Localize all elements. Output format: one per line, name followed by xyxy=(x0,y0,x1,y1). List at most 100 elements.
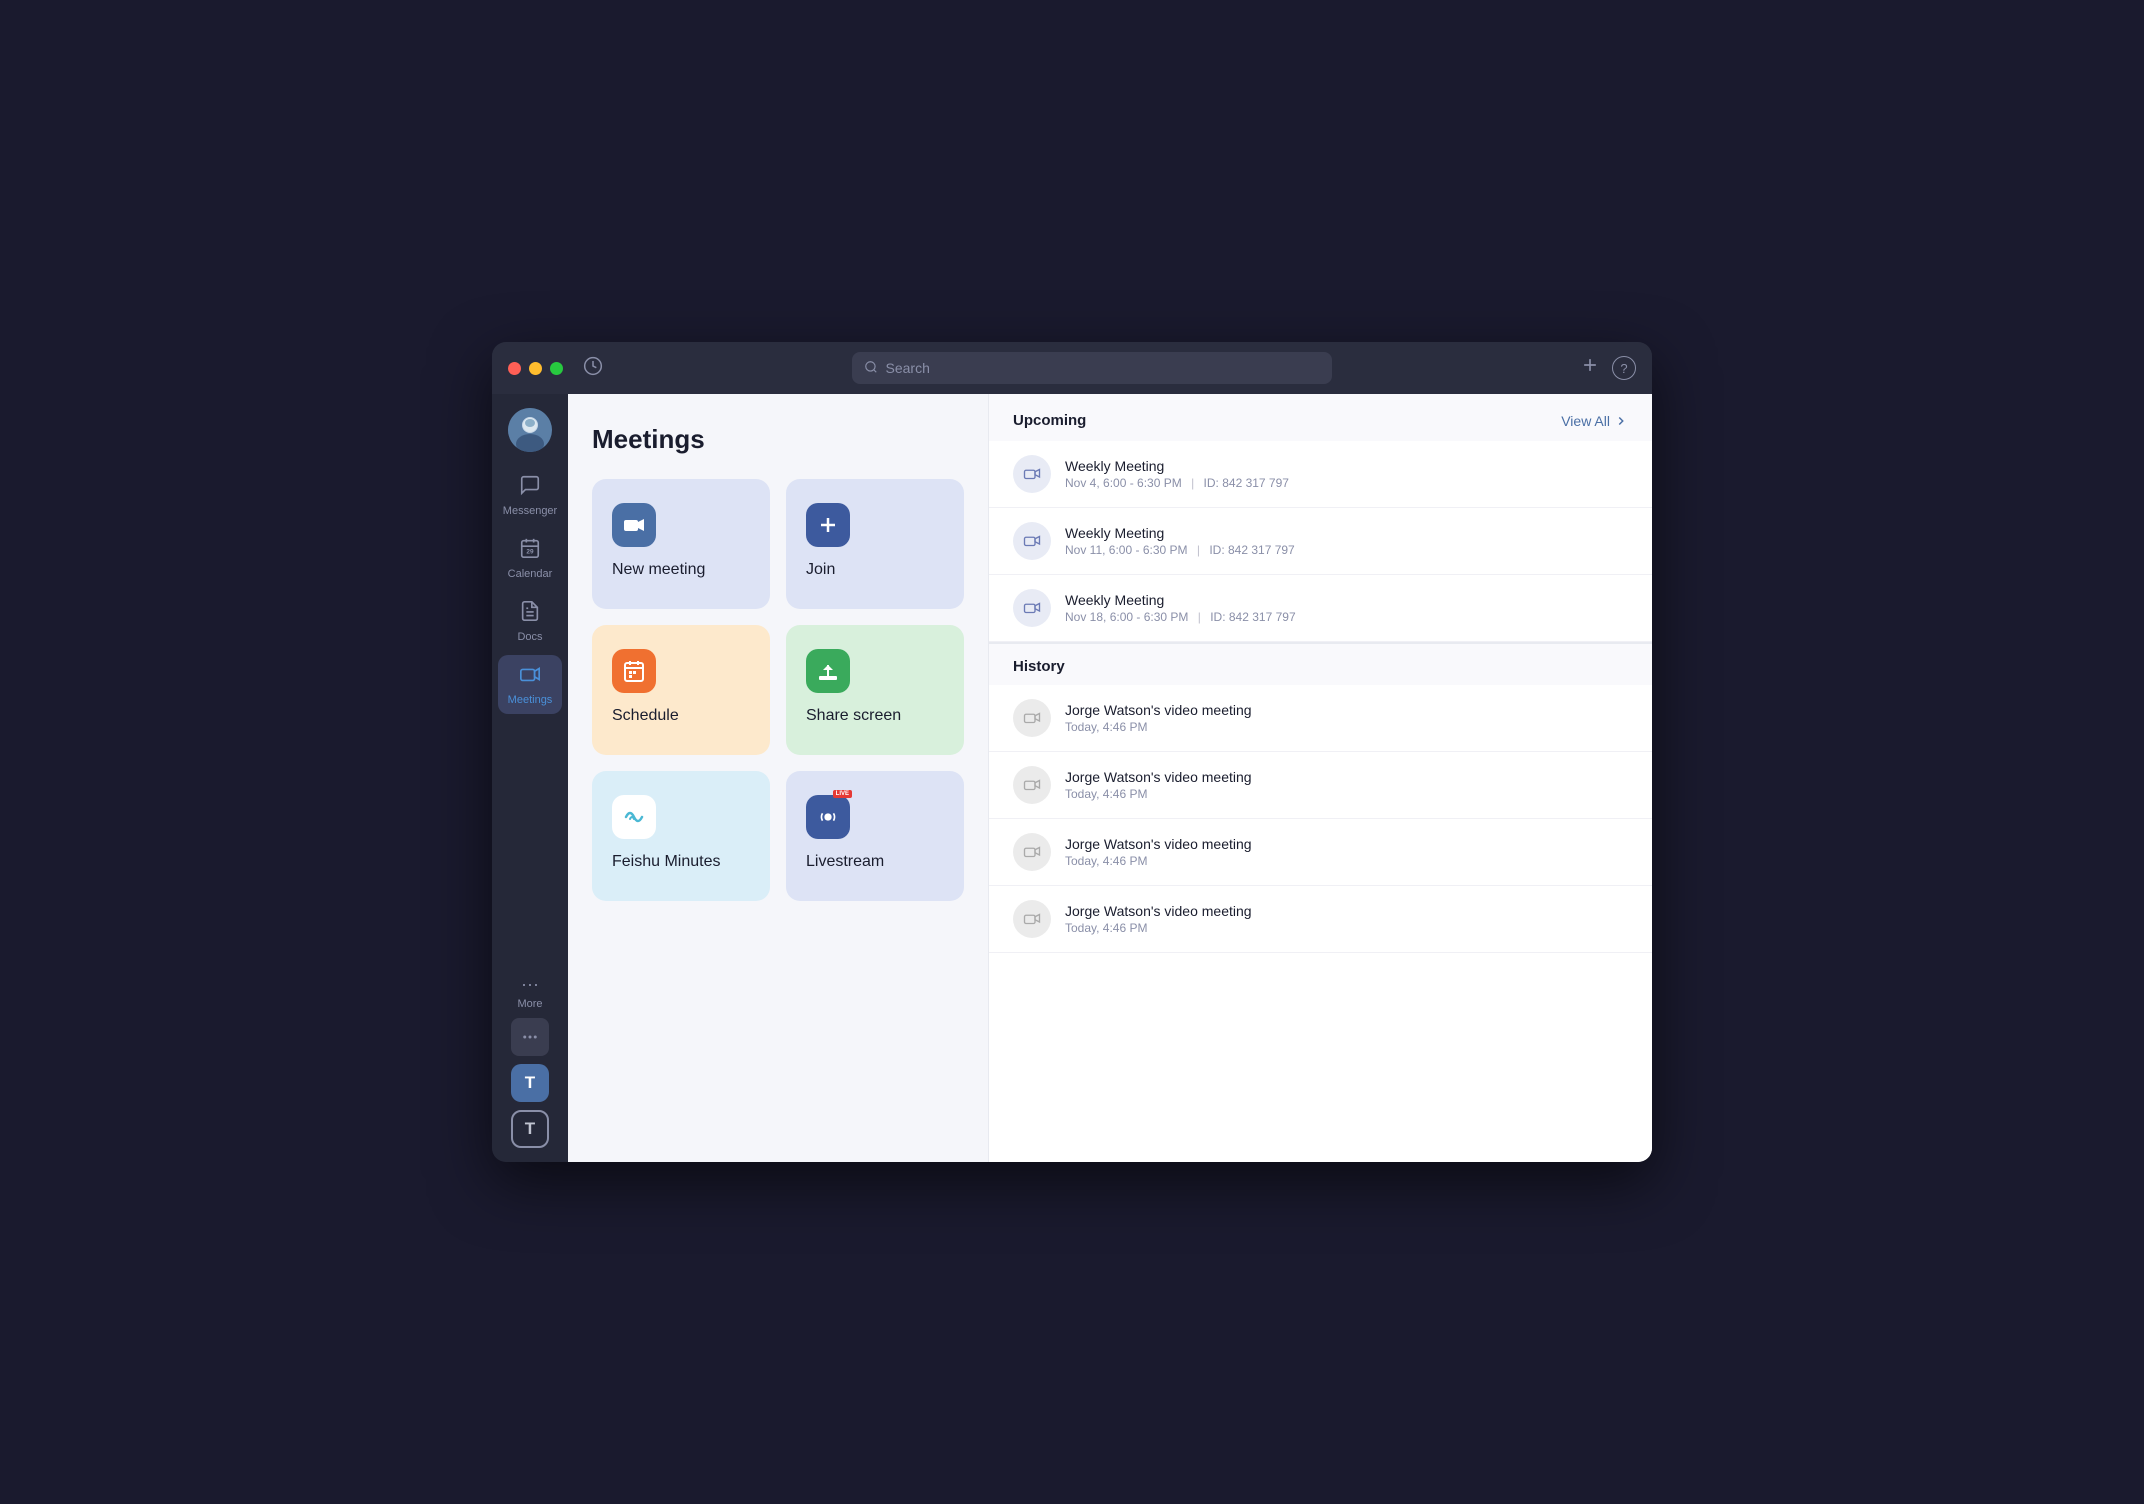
upcoming-item-2[interactable]: Weekly Meeting Nov 18, 6:00 - 6:30 PM | … xyxy=(989,575,1652,642)
live-badge: LIVE xyxy=(833,790,852,798)
history-item-2-icon xyxy=(1013,833,1051,871)
join-label: Join xyxy=(806,561,835,579)
history-item-0-name: Jorge Watson's video meeting xyxy=(1065,702,1628,718)
meeting-grid: New meeting Join xyxy=(592,479,964,901)
new-meeting-icon xyxy=(612,503,656,547)
history-item-1-time: Today, 4:46 PM xyxy=(1065,787,1628,801)
history-item-0-time: Today, 4:46 PM xyxy=(1065,720,1628,734)
traffic-lights xyxy=(508,362,563,375)
sidebar-item-meetings[interactable]: Meetings xyxy=(498,655,562,714)
upcoming-item-0[interactable]: Weekly Meeting Nov 4, 6:00 - 6:30 PM | I… xyxy=(989,441,1652,508)
history-item-1[interactable]: Jorge Watson's video meeting Today, 4:46… xyxy=(989,752,1652,819)
join-icon xyxy=(806,503,850,547)
history-item-2-time: Today, 4:46 PM xyxy=(1065,854,1628,868)
livestream-label: Livestream xyxy=(806,853,884,871)
share-screen-card[interactable]: Share screen xyxy=(786,625,964,755)
upcoming-item-0-name: Weekly Meeting xyxy=(1065,458,1628,474)
sidebar-item-docs[interactable]: Docs xyxy=(498,592,562,651)
sidebar-item-messenger[interactable]: Messenger xyxy=(498,466,562,525)
maximize-button[interactable] xyxy=(550,362,563,375)
schedule-card[interactable]: Schedule xyxy=(592,625,770,755)
history-item-3-icon xyxy=(1013,900,1051,938)
feishu-minutes-label: Feishu Minutes xyxy=(612,853,721,871)
history-item-3-name: Jorge Watson's video meeting xyxy=(1065,903,1628,919)
upcoming-header: Upcoming View All xyxy=(989,394,1652,441)
history-icon[interactable] xyxy=(583,356,603,381)
upcoming-item-1-info: Weekly Meeting Nov 11, 6:00 - 6:30 PM | … xyxy=(1065,525,1628,557)
upcoming-item-2-info: Weekly Meeting Nov 18, 6:00 - 6:30 PM | … xyxy=(1065,592,1628,624)
search-icon xyxy=(864,360,878,377)
help-button[interactable]: ? xyxy=(1612,356,1636,380)
upcoming-item-2-detail: Nov 18, 6:00 - 6:30 PM | ID: 842 317 797 xyxy=(1065,610,1628,624)
extra-dots-button[interactable] xyxy=(511,1018,549,1056)
history-item-2-info: Jorge Watson's video meeting Today, 4:46… xyxy=(1065,836,1628,868)
upcoming-section: Upcoming View All xyxy=(989,394,1652,643)
feishu-minutes-card[interactable]: Feishu Minutes xyxy=(592,771,770,901)
share-screen-icon xyxy=(806,649,850,693)
history-header: History xyxy=(989,643,1652,685)
more-button[interactable]: ··· More xyxy=(517,974,542,1010)
new-meeting-label: New meeting xyxy=(612,561,705,579)
upcoming-item-1-detail: Nov 11, 6:00 - 6:30 PM | ID: 842 317 797 xyxy=(1065,543,1628,557)
upcoming-item-1-icon xyxy=(1013,522,1051,560)
history-item-1-icon xyxy=(1013,766,1051,804)
history-item-3-info: Jorge Watson's video meeting Today, 4:46… xyxy=(1065,903,1628,935)
messenger-icon xyxy=(519,474,541,502)
app-window: Search ? xyxy=(492,342,1652,1162)
sidebar-item-calendar-label: Calendar xyxy=(508,568,553,580)
history-item-1-info: Jorge Watson's video meeting Today, 4:46… xyxy=(1065,769,1628,801)
more-label: More xyxy=(517,998,542,1010)
badge-blue-button[interactable]: T xyxy=(511,1064,549,1102)
sidebar-item-calendar[interactable]: 29 Calendar xyxy=(498,529,562,588)
upcoming-list: Weekly Meeting Nov 4, 6:00 - 6:30 PM | I… xyxy=(989,441,1652,642)
history-item-0[interactable]: Jorge Watson's video meeting Today, 4:46… xyxy=(989,685,1652,752)
minimize-button[interactable] xyxy=(529,362,542,375)
left-panel: Meetings New meeting xyxy=(568,394,988,1162)
avatar[interactable] xyxy=(508,408,552,452)
right-panel: Upcoming View All xyxy=(988,394,1652,1162)
sidebar-item-docs-label: Docs xyxy=(517,631,542,643)
history-item-3-time: Today, 4:46 PM xyxy=(1065,921,1628,935)
docs-icon xyxy=(519,600,541,628)
upcoming-title: Upcoming xyxy=(1013,412,1086,429)
feishu-minutes-icon xyxy=(612,795,656,839)
calendar-icon: 29 xyxy=(519,537,541,565)
new-meeting-card[interactable]: New meeting xyxy=(592,479,770,609)
upcoming-item-1-name: Weekly Meeting xyxy=(1065,525,1628,541)
more-dots-icon: ··· xyxy=(521,974,539,995)
titlebar: Search ? xyxy=(492,342,1652,394)
page-title: Meetings xyxy=(592,424,964,455)
upcoming-item-0-icon xyxy=(1013,455,1051,493)
view-all-button[interactable]: View All xyxy=(1561,413,1628,429)
livestream-icon: LIVE xyxy=(806,795,850,839)
livestream-card[interactable]: LIVE Livestream xyxy=(786,771,964,901)
history-item-2-name: Jorge Watson's video meeting xyxy=(1065,836,1628,852)
meetings-icon xyxy=(519,663,541,691)
schedule-icon xyxy=(612,649,656,693)
history-list: Jorge Watson's video meeting Today, 4:46… xyxy=(989,685,1652,953)
history-item-3[interactable]: Jorge Watson's video meeting Today, 4:46… xyxy=(989,886,1652,953)
close-button[interactable] xyxy=(508,362,521,375)
upcoming-item-2-icon xyxy=(1013,589,1051,627)
sidebar: Messenger 29 Calendar xyxy=(492,394,568,1162)
svg-text:29: 29 xyxy=(526,549,534,556)
badge-outline-button[interactable]: T xyxy=(511,1110,549,1148)
upcoming-item-1[interactable]: Weekly Meeting Nov 11, 6:00 - 6:30 PM | … xyxy=(989,508,1652,575)
share-screen-label: Share screen xyxy=(806,707,901,725)
add-button[interactable] xyxy=(1580,355,1600,381)
main-area: Messenger 29 Calendar xyxy=(492,394,1652,1162)
history-item-0-icon xyxy=(1013,699,1051,737)
sidebar-item-messenger-label: Messenger xyxy=(503,505,557,517)
upcoming-item-2-name: Weekly Meeting xyxy=(1065,592,1628,608)
upcoming-item-0-info: Weekly Meeting Nov 4, 6:00 - 6:30 PM | I… xyxy=(1065,458,1628,490)
history-section: History Jorge Watson's video me xyxy=(989,643,1652,953)
upcoming-item-0-detail: Nov 4, 6:00 - 6:30 PM | ID: 842 317 797 xyxy=(1065,476,1628,490)
search-bar[interactable]: Search xyxy=(852,352,1332,384)
search-placeholder: Search xyxy=(886,360,930,376)
history-item-0-info: Jorge Watson's video meeting Today, 4:46… xyxy=(1065,702,1628,734)
schedule-label: Schedule xyxy=(612,707,679,725)
join-card[interactable]: Join xyxy=(786,479,964,609)
history-item-1-name: Jorge Watson's video meeting xyxy=(1065,769,1628,785)
history-item-2[interactable]: Jorge Watson's video meeting Today, 4:46… xyxy=(989,819,1652,886)
content-area: Meetings New meeting xyxy=(568,394,1652,1162)
